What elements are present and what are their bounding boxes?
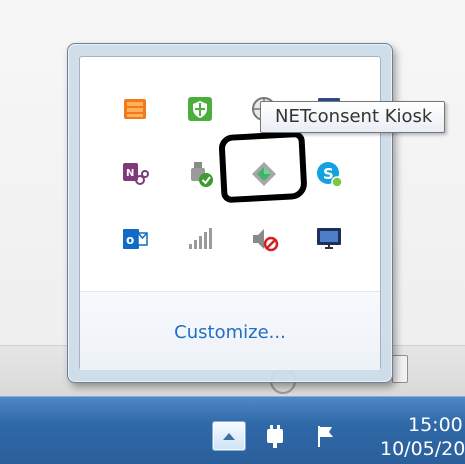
svg-text:o: o bbox=[126, 233, 134, 247]
outlook-icon[interactable]: o bbox=[118, 222, 152, 256]
office-upload-icon[interactable] bbox=[118, 92, 152, 126]
network-signal-icon[interactable] bbox=[183, 222, 217, 256]
volume-muted-icon[interactable] bbox=[247, 222, 281, 256]
chevron-up-icon bbox=[223, 433, 235, 440]
customize-link[interactable]: Customize... bbox=[80, 322, 380, 343]
clock-time: 15:00 bbox=[408, 414, 463, 436]
customize-footer: Customize... bbox=[80, 291, 380, 370]
notification-overflow-popup: N S o Customize... bbox=[67, 43, 393, 383]
power-plug-icon[interactable] bbox=[262, 422, 290, 450]
svg-text:N: N bbox=[126, 168, 134, 179]
security-shield-icon[interactable] bbox=[183, 92, 217, 126]
show-hidden-icons-button[interactable] bbox=[212, 421, 246, 451]
icon-tooltip: NETconsent Kiosk bbox=[260, 101, 446, 133]
skype-icon[interactable]: S bbox=[312, 157, 346, 191]
clock-date: 10/05/20 bbox=[380, 438, 465, 460]
safely-remove-hardware-icon[interactable] bbox=[183, 157, 217, 191]
action-center-flag-icon[interactable] bbox=[312, 422, 340, 450]
taskbar: 15:00 10/05/20 bbox=[0, 396, 465, 464]
display-settings-icon[interactable] bbox=[312, 222, 346, 256]
hand-drawn-highlight-circle bbox=[218, 130, 308, 204]
background-slider bbox=[392, 355, 408, 383]
onenote-clipper-icon[interactable]: N bbox=[118, 157, 152, 191]
system-clock[interactable]: 15:00 10/05/20 bbox=[380, 413, 465, 461]
